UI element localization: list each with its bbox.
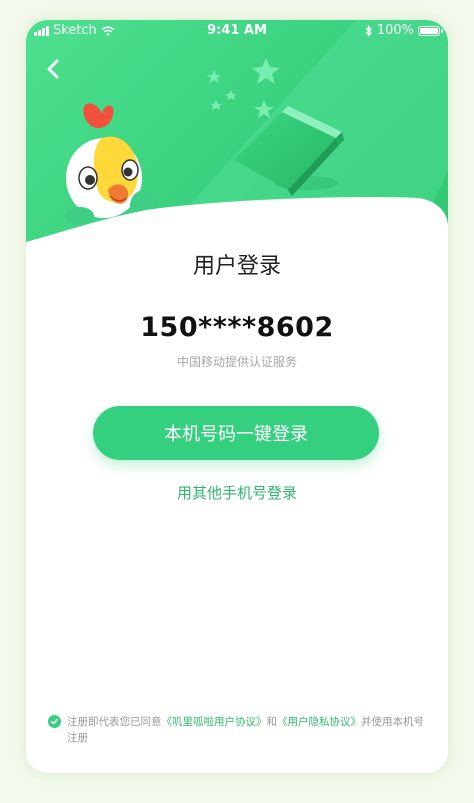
- battery-percent: 100%: [376, 23, 414, 38]
- page: Sketch 9:41 AM 100% 用户登录 150****8602 中国移…: [0, 0, 474, 803]
- masked-phone-number: 150****8602: [140, 312, 334, 343]
- bluetooth-icon: [365, 24, 372, 37]
- agreement-and: 和: [266, 716, 278, 728]
- battery-icon: [418, 25, 443, 36]
- other-phone-login-link[interactable]: 用其他手机号登录: [26, 482, 448, 503]
- provider-note: 中国移动提供认证服务: [176, 355, 297, 369]
- status-bar: Sketch 9:41 AM 100%: [26, 20, 448, 42]
- agreement-text: 注册即代表您已同意《叽里呱啦用户协议》和《用户隐私协议》并使用本机号注册: [67, 714, 428, 746]
- check-circle-icon[interactable]: [48, 715, 61, 728]
- privacy-agreement-link[interactable]: 《用户隐私协议》: [277, 716, 361, 728]
- user-agreement-link[interactable]: 《叽里呱啦用户协议》: [162, 716, 267, 728]
- chevron-left-icon: [47, 59, 59, 79]
- page-title: 用户登录: [192, 254, 281, 279]
- agreement-prefix: 注册即代表您已同意: [67, 716, 162, 728]
- phone-screen: Sketch 9:41 AM 100% 用户登录 150****8602 中国移…: [26, 20, 448, 773]
- agreement-notice: 注册即代表您已同意《叽里呱啦用户协议》和《用户隐私协议》并使用本机号注册: [48, 714, 428, 746]
- one-tap-login-button[interactable]: 本机号码一键登录: [93, 406, 379, 460]
- star-icon: [207, 58, 280, 118]
- checkmark-icon: [50, 718, 59, 725]
- back-button[interactable]: [38, 54, 68, 84]
- status-right: 100%: [365, 23, 443, 38]
